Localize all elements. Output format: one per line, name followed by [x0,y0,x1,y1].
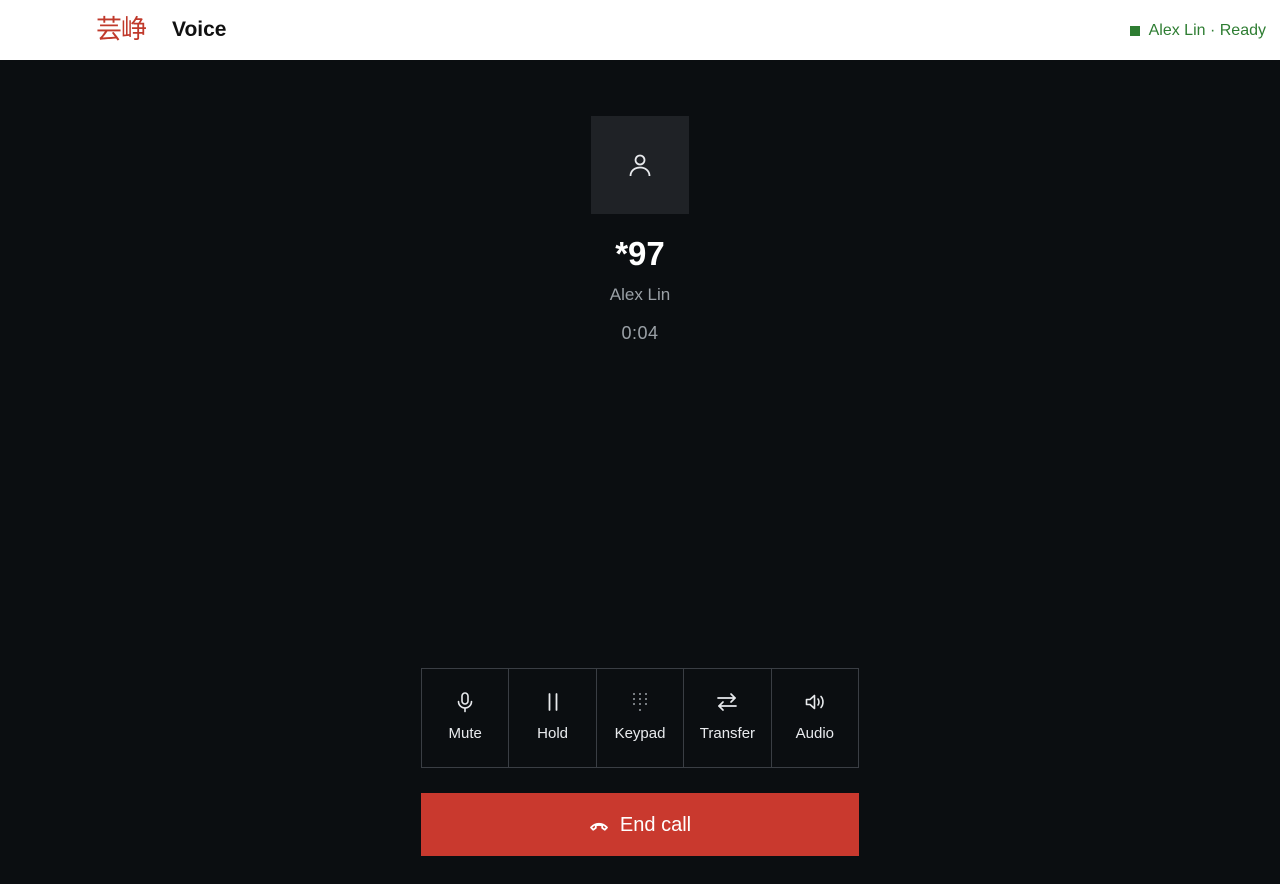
audio-button[interactable]: Audio [772,669,858,767]
call-controls: Mute Hold Keypad Transfer Audio [421,668,859,768]
pause-icon [548,693,558,711]
hang-up-icon [590,822,608,831]
keypad-button[interactable]: Keypad [597,669,685,767]
brand-logo: 芸峥 [96,15,147,45]
mute-button[interactable]: Mute [422,669,510,767]
status-text: Alex Lin · Ready [1148,22,1266,39]
app-header: 芸峥 Voice Alex Lin · Ready [0,0,1280,60]
agent-status[interactable]: Alex Lin · Ready [1129,20,1266,42]
transfer-label: Transfer [699,725,756,742]
end-call-label: End call [619,813,692,836]
end-call-button[interactable]: End call [421,793,859,856]
caller-number: *97 [615,235,665,272]
caller-name: Alex Lin [609,285,671,304]
app-name: Voice [172,18,227,41]
microphone-icon [457,692,473,713]
status-indicator-icon [1129,26,1140,36]
avatar [591,116,689,214]
transfer-icon [717,693,738,711]
keypad-icon [633,693,648,711]
hold-label: Hold [537,725,569,742]
audio-label: Audio [795,725,835,742]
call-timer: 0:04 [621,323,659,343]
call-panel: *97 Alex Lin 0:04 Mute Hold Keypad Trans… [0,60,1280,884]
keypad-label: Keypad [614,725,666,742]
hold-button[interactable]: Hold [509,669,597,767]
person-icon [629,154,651,177]
speaker-icon [805,694,824,710]
mute-label: Mute [448,725,482,742]
transfer-button[interactable]: Transfer [684,669,772,767]
